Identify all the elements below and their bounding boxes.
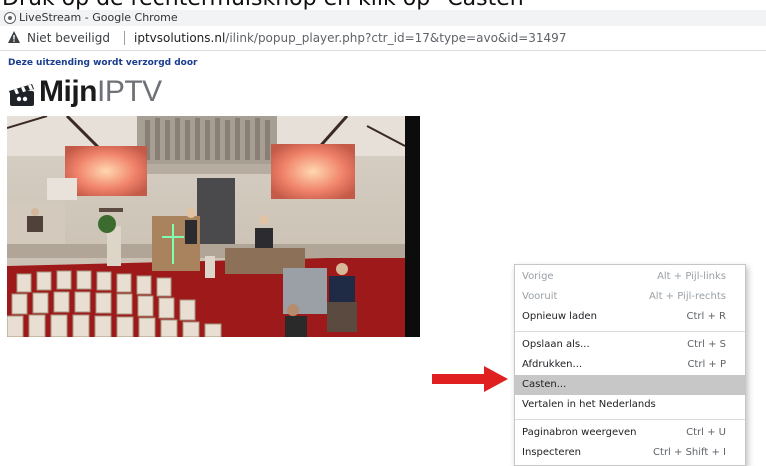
- url-text[interactable]: iptvsolutions.nl/ilink/popup_player.php?…: [134, 26, 566, 50]
- address-bar[interactable]: Niet beveiligd iptvsolutions.nl/ilink/po…: [0, 26, 766, 51]
- menu-item-label: Inspecteren: [522, 447, 581, 458]
- menu-item-back[interactable]: Vorige Alt + Pijl-links: [515, 267, 745, 287]
- menu-item-forward[interactable]: Vooruit Alt + Pijl-rechts: [515, 287, 745, 307]
- menu-item-save-as[interactable]: Opslaan als... Ctrl + S: [515, 335, 745, 355]
- menu-item-label: Opslaan als...: [522, 339, 590, 350]
- menu-item-inspect[interactable]: Inspecteren Ctrl + Shift + I: [515, 443, 745, 463]
- menu-item-label: Casten...: [522, 379, 567, 390]
- sponsor-text: Deze uitzending wordt verzorgd door: [8, 58, 198, 68]
- red-pointer-arrow: [432, 366, 508, 392]
- menu-item-print[interactable]: Afdrukken... Ctrl + P: [515, 355, 745, 375]
- menu-item-shortcut: Ctrl + R: [686, 311, 726, 322]
- menu-item-label: Vooruit: [522, 291, 558, 302]
- menu-item-reload[interactable]: Opnieuw laden Ctrl + R: [515, 307, 745, 327]
- video-player[interactable]: [7, 116, 420, 337]
- menu-item-label: Vorige: [522, 271, 554, 282]
- chrome-icon: [4, 12, 16, 24]
- window-title: LiveStream - Google Chrome: [19, 11, 178, 24]
- menu-divider: [515, 331, 745, 332]
- context-menu: Vorige Alt + Pijl-links Vooruit Alt + Pi…: [514, 264, 746, 466]
- church-livestream-frame: [7, 116, 420, 337]
- menu-item-shortcut: Ctrl + S: [687, 339, 726, 350]
- warning-icon[interactable]: [7, 30, 21, 44]
- window-titlebar: LiveStream - Google Chrome: [0, 10, 766, 26]
- menu-item-shortcut: Alt + Pijl-links: [657, 271, 726, 282]
- menu-item-shortcut: Alt + Pijl-rechts: [648, 291, 726, 302]
- logo-text: MijnIPTV: [39, 74, 162, 110]
- address-separator: [124, 31, 125, 45]
- url-path: /ilink/popup_player.php?ctr_id=17&type=a…: [225, 31, 567, 45]
- menu-item-label: Vertalen in het Nederlands: [522, 399, 656, 410]
- menu-item-shortcut: Ctrl + U: [686, 427, 726, 438]
- menu-item-translate[interactable]: Vertalen in het Nederlands: [515, 395, 745, 415]
- url-domain: iptvsolutions.nl: [134, 31, 226, 45]
- menu-divider: [515, 419, 745, 420]
- security-label[interactable]: Niet beveiligd: [27, 26, 110, 50]
- clapperboard-tv-icon: [9, 84, 34, 106]
- menu-item-shortcut: Ctrl + Shift + I: [653, 447, 726, 458]
- menu-item-label: Opnieuw laden: [522, 311, 597, 322]
- menu-item-view-source[interactable]: Paginabron weergeven Ctrl + U: [515, 423, 745, 443]
- menu-item-shortcut: Ctrl + P: [687, 359, 726, 370]
- menu-item-label: Afdrukken...: [522, 359, 583, 370]
- menu-item-cast[interactable]: Casten...: [515, 375, 745, 395]
- logo-text-iptv: IPTV: [97, 75, 162, 108]
- menu-item-label: Paginabron weergeven: [522, 427, 637, 438]
- logo-text-mijn: Mijn: [39, 75, 98, 108]
